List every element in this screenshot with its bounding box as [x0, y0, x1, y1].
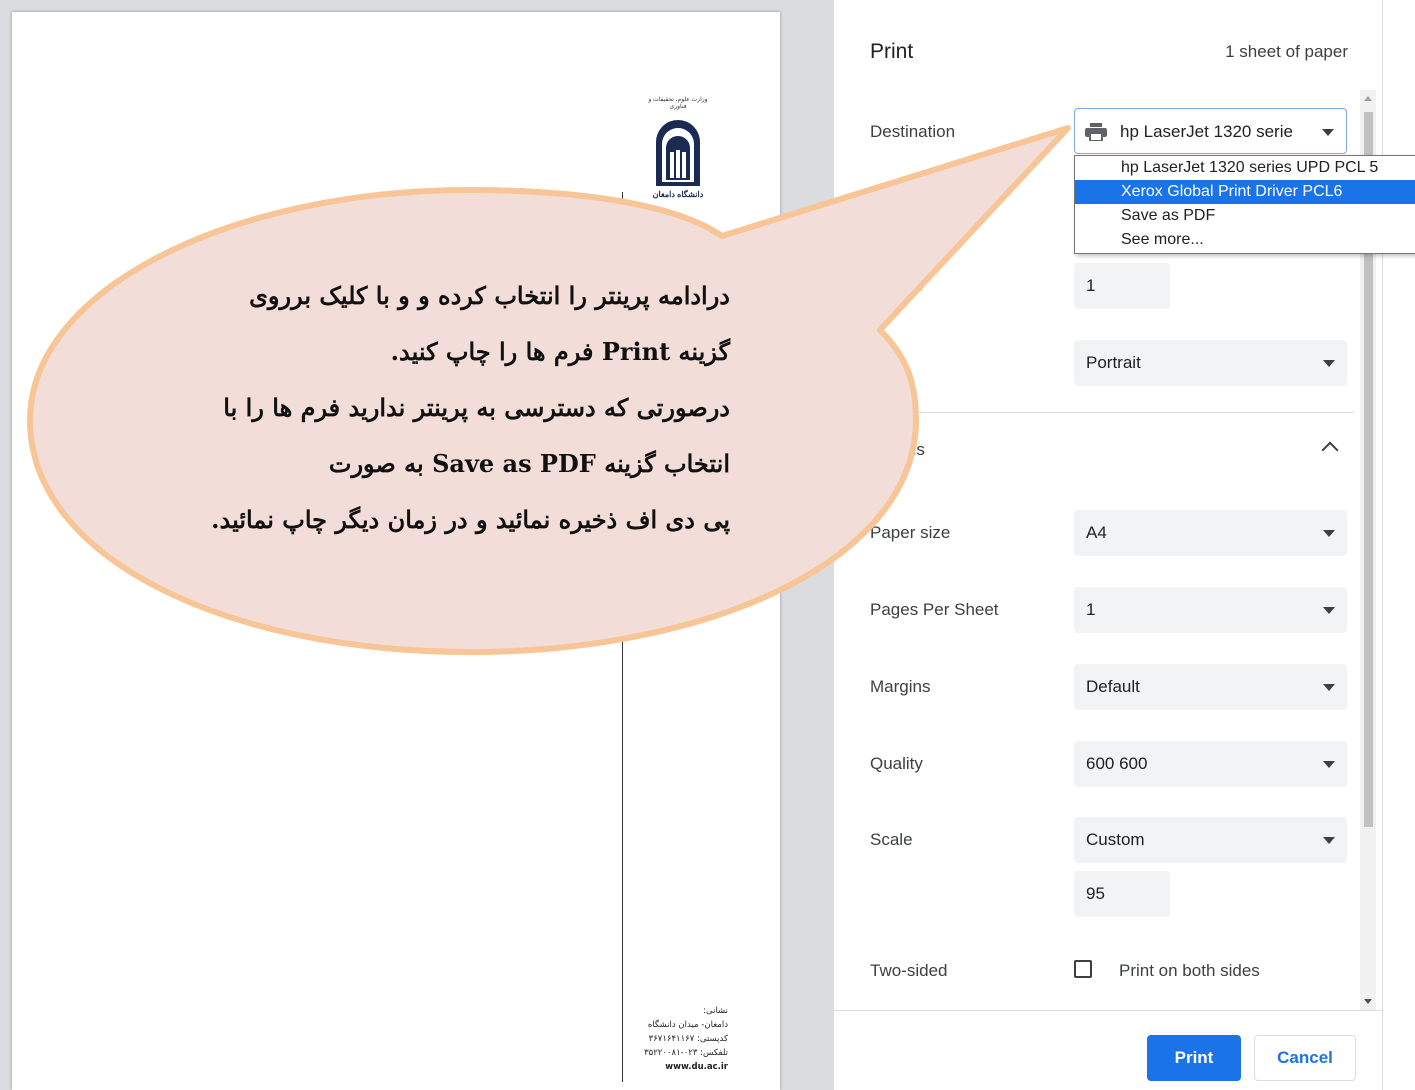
layout-select[interactable]: Portrait: [1074, 340, 1347, 386]
callout-line: انتخاب گزینه Save as PDF به صورت: [328, 449, 730, 478]
scroll-down-arrow-icon[interactable]: [1364, 999, 1372, 1004]
callout-line: درادامه پرینتر را انتخاب کرده و و با کلی…: [249, 281, 730, 310]
address-line: کدپستی: ۳۶۷۱۶۴۱۱۶۷: [648, 1034, 728, 1044]
two-sided-checkbox-label[interactable]: Print on both sides: [1119, 961, 1260, 981]
logo-caption: دانشگاه دامغان: [652, 190, 704, 199]
scroll-up-arrow-icon[interactable]: [1364, 96, 1372, 101]
quality-value: 600 600: [1086, 754, 1148, 773]
chevron-down-icon: [1323, 530, 1335, 537]
pages-per-sheet-value: 1: [1086, 600, 1096, 619]
printer-icon: [1085, 123, 1107, 141]
footer-divider: [834, 1010, 1382, 1011]
print-title: Print: [870, 40, 914, 63]
destination-value: hp LaserJet 1320 serie: [1120, 122, 1293, 141]
layout-value: Portrait: [1086, 353, 1141, 372]
quality-select[interactable]: 600 600: [1074, 741, 1347, 787]
destination-select[interactable]: hp LaserJet 1320 serie: [1074, 108, 1347, 154]
margins-label: Margins: [870, 677, 931, 696]
destination-option[interactable]: Save as PDF: [1075, 204, 1415, 228]
chevron-down-icon: [1323, 837, 1335, 844]
callout-line: درصورتی که دسترسی به پرینتر ندارید فرم ه…: [223, 393, 730, 422]
university-logo: وزارت علوم، تحقیقات و فناوری دانشگاه دام…: [640, 86, 716, 204]
callout-line: پی دی اف ذخیره نمائید و در زمان دیگر چاپ…: [211, 505, 730, 534]
page-footer-address: نشانی: دامغان- میدان دانشگاه کدپستی: ۳۶۷…: [624, 1004, 728, 1074]
pages-per-sheet-select[interactable]: 1: [1074, 587, 1347, 633]
address-line: تلفکس: ۰۲۳-۳۵۲۲۰۰۸۱: [644, 1048, 728, 1058]
paper-size-label: Paper size: [870, 523, 951, 542]
copies-value: 1: [1086, 276, 1096, 295]
callout-line: گزینه Print فرم ها را چاپ کنید.: [390, 337, 730, 366]
destination-option[interactable]: See more...: [1075, 228, 1415, 252]
scale-select[interactable]: Custom: [1074, 817, 1347, 863]
paper-size-select[interactable]: A4: [1074, 510, 1347, 556]
address-line: نشانی:: [703, 1006, 728, 1016]
scale-label: Scale: [870, 830, 913, 849]
chevron-down-icon: [1323, 360, 1335, 367]
scale-custom-value: 95: [1086, 884, 1105, 903]
chevron-down-icon: [1322, 129, 1334, 136]
website-text: www.du.ac.ir: [665, 1062, 728, 1072]
destination-dropdown-list[interactable]: hp LaserJet 1320 series UPD PCL 5 Xerox …: [1074, 155, 1415, 254]
more-options-label[interactable]: options: [870, 440, 925, 460]
cancel-button[interactable]: Cancel: [1254, 1035, 1356, 1081]
copies-label: Copies: [870, 276, 923, 295]
section-divider: [834, 412, 1354, 413]
margins-value: Default: [1086, 677, 1140, 696]
chevron-up-icon[interactable]: [1321, 441, 1339, 459]
paper-size-value: A4: [1086, 523, 1107, 542]
quality-label: Quality: [870, 754, 923, 773]
layout-label: out: [870, 353, 894, 372]
sheet-count: 1 sheet of paper: [1225, 42, 1348, 61]
pages-per-sheet-label: Pages Per Sheet: [870, 600, 999, 619]
chevron-down-icon: [1323, 684, 1335, 691]
print-button[interactable]: Print: [1147, 1035, 1241, 1081]
two-sided-label: Two-sided: [870, 961, 948, 980]
university-emblem-icon: [656, 120, 700, 186]
scale-value: Custom: [1086, 830, 1145, 849]
chevron-down-icon: [1323, 607, 1335, 614]
destination-option[interactable]: hp LaserJet 1320 series UPD PCL 5: [1075, 156, 1415, 180]
margins-select[interactable]: Default: [1074, 664, 1347, 710]
copies-input[interactable]: 1: [1074, 263, 1170, 309]
address-line: دامغان- میدان دانشگاه: [647, 1020, 728, 1030]
callout-text: درادامه پرینتر را انتخاب کرده و و با کلی…: [150, 268, 730, 548]
chevron-down-icon: [1323, 761, 1335, 768]
two-sided-checkbox[interactable]: [1074, 960, 1092, 978]
document-page-preview: وزارت علوم، تحقیقات و فناوری دانشگاه دام…: [12, 12, 780, 1090]
destination-option-highlighted[interactable]: Xerox Global Print Driver PCL6: [1075, 180, 1415, 204]
scale-custom-input[interactable]: 95: [1074, 871, 1170, 917]
destination-label: Destination: [870, 122, 956, 141]
